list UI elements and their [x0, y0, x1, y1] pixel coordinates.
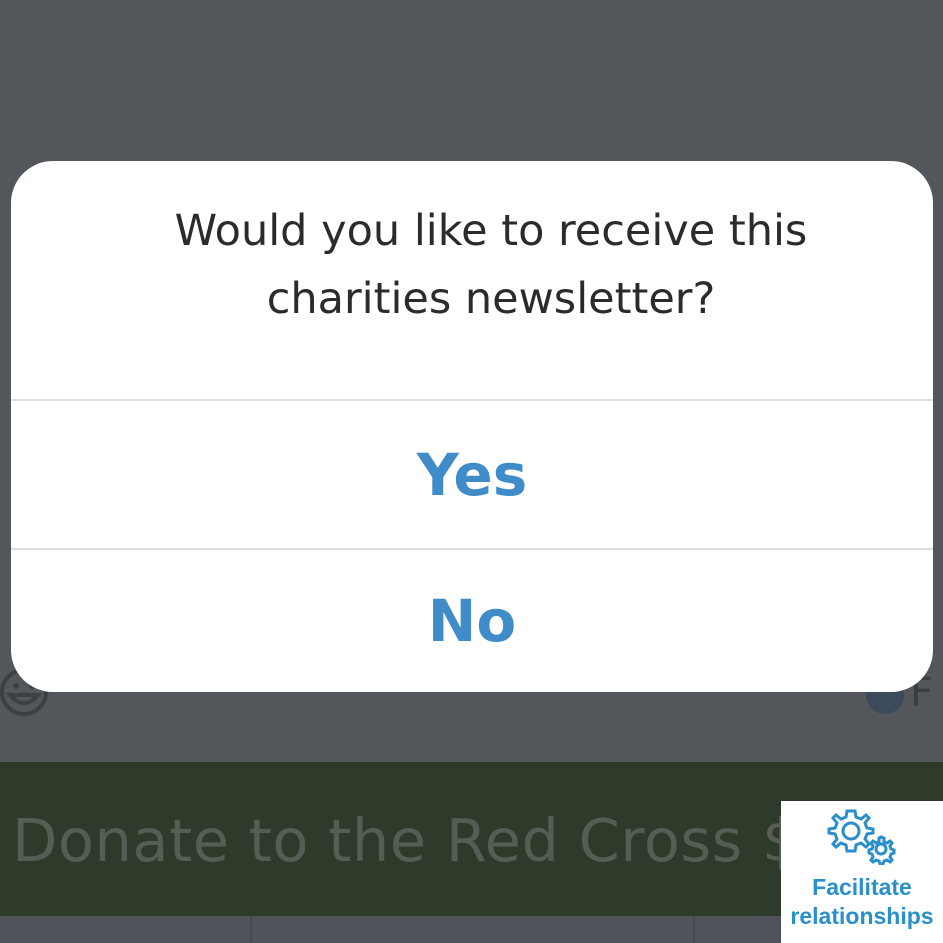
- badge-label: Facilitate relationships: [790, 874, 934, 929]
- alert-message-area: Would you like to receive this charities…: [11, 161, 933, 399]
- gears-icon: [827, 809, 896, 865]
- yes-button[interactable]: Yes: [11, 401, 933, 548]
- alert-message: Would you like to receive this charities…: [174, 206, 808, 324]
- toolbar-divider: [250, 916, 252, 943]
- donate-button-label: Donate to the Red Cross $1: [12, 806, 839, 875]
- newsletter-alert-dialog: Would you like to receive this charities…: [11, 161, 933, 692]
- toolbar-divider: [693, 916, 695, 943]
- facilitate-relationships-badge: Facilitate relationships: [781, 801, 943, 943]
- no-button[interactable]: No: [11, 550, 933, 692]
